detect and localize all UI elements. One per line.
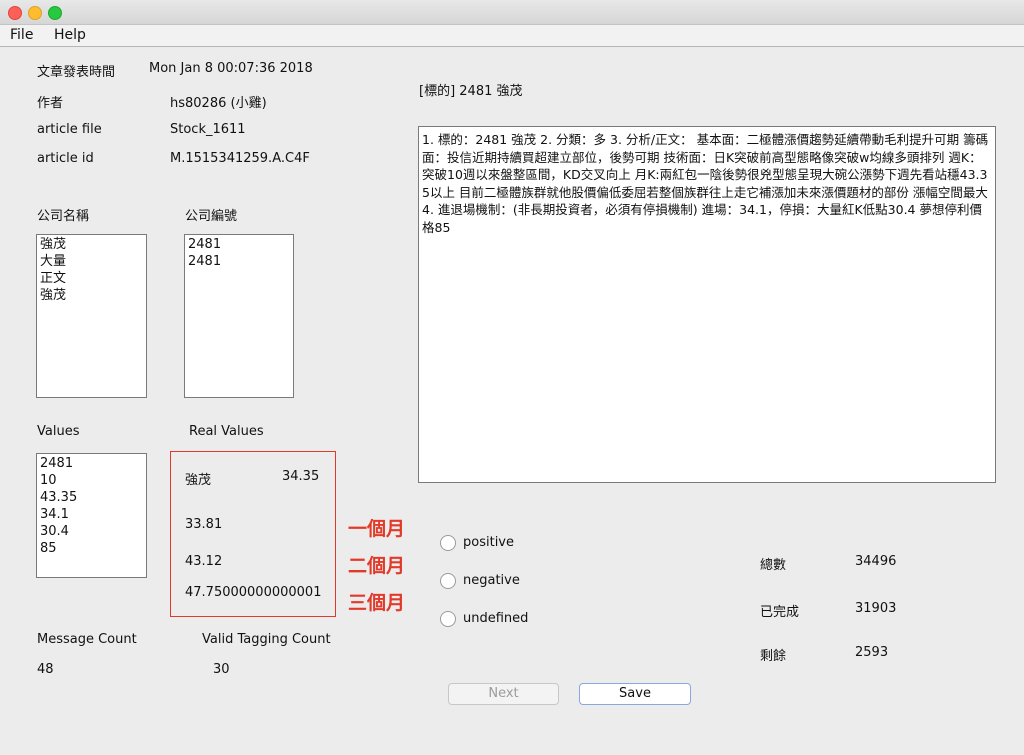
negative-radio-label[interactable]: negative: [463, 573, 520, 588]
real-values-month3: 47.75000000000001: [185, 585, 322, 600]
window-titlebar: [0, 0, 1024, 25]
list-item[interactable]: 正文: [40, 270, 143, 287]
real-values-company: 強茂: [185, 473, 212, 488]
list-item[interactable]: 34.1: [40, 506, 143, 523]
company-id-label: 公司編號: [185, 209, 238, 224]
positive-radio[interactable]: [440, 535, 456, 551]
menu-bar: File Help: [0, 25, 1024, 47]
author-label: 作者: [37, 96, 64, 111]
target-stock-label: [標的] 2481 強茂: [419, 84, 523, 99]
list-item[interactable]: 2481: [40, 455, 143, 472]
message-count-label: Message Count: [37, 632, 137, 647]
message-count-value: 48: [37, 662, 54, 677]
real-values-label: Real Values: [189, 424, 264, 439]
valid-tagging-count-value: 30: [213, 662, 230, 677]
article-id-label: article id: [37, 151, 94, 166]
list-item[interactable]: 43.35: [40, 489, 143, 506]
company-id-list[interactable]: 2481 2481: [184, 234, 294, 398]
list-item[interactable]: 30.4: [40, 523, 143, 540]
article-id-value: M.1515341259.A.C4F: [170, 151, 310, 166]
positive-radio-label[interactable]: positive: [463, 535, 514, 550]
close-window-button[interactable]: [8, 6, 22, 20]
company-name-list[interactable]: 強茂 大量 正文 強茂: [36, 234, 147, 398]
total-value: 34496: [855, 554, 897, 569]
valid-tagging-count-label: Valid Tagging Count: [202, 632, 331, 647]
list-item[interactable]: 強茂: [40, 287, 143, 304]
real-values-month2: 43.12: [185, 554, 223, 569]
undefined-radio[interactable]: [440, 611, 456, 627]
annotation-two-months: 二個月: [348, 555, 406, 577]
article-text: 1. 標的：2481 強茂 2. 分類：多 3. 分析/正文： 基本面：二極體漲…: [422, 132, 989, 235]
menu-file[interactable]: File: [10, 27, 33, 43]
list-item[interactable]: 85: [40, 540, 143, 557]
article-file-label: article file: [37, 122, 102, 137]
negative-radio[interactable]: [440, 573, 456, 589]
remaining-label: 剩餘: [760, 649, 787, 664]
total-label: 總數: [760, 558, 787, 573]
real-values-base-price: 34.35: [282, 469, 320, 484]
list-item[interactable]: 2481: [188, 236, 290, 253]
real-values-month1: 33.81: [185, 517, 223, 532]
annotation-one-month: 一個月: [348, 518, 406, 540]
list-item[interactable]: 強茂: [40, 236, 143, 253]
values-label: Values: [37, 424, 80, 439]
list-item[interactable]: 2481: [188, 253, 290, 270]
list-item[interactable]: 10: [40, 472, 143, 489]
minimize-window-button[interactable]: [28, 6, 42, 20]
values-list[interactable]: 2481 10 43.35 34.1 30.4 85: [36, 453, 147, 578]
article-text-area[interactable]: 1. 標的：2481 強茂 2. 分類：多 3. 分析/正文： 基本面：二極體漲…: [418, 126, 996, 483]
author-value: hs80286 (小雞): [170, 96, 267, 111]
article-file-value: Stock_1611: [170, 122, 246, 137]
list-item[interactable]: 大量: [40, 253, 143, 270]
publish-time-label: 文章發表時間: [37, 65, 116, 80]
undefined-radio-label[interactable]: undefined: [463, 611, 528, 626]
completed-label: 已完成: [760, 605, 800, 620]
publish-time-value: Mon Jan 8 00:07:36 2018: [149, 61, 313, 76]
annotation-three-months: 三個月: [348, 592, 406, 614]
remaining-value: 2593: [855, 645, 889, 660]
menu-help[interactable]: Help: [54, 27, 86, 43]
save-button[interactable]: Save: [579, 683, 691, 705]
zoom-window-button[interactable]: [48, 6, 62, 20]
company-name-label: 公司名稱: [37, 209, 90, 224]
next-button[interactable]: Next: [448, 683, 559, 705]
completed-value: 31903: [855, 601, 897, 616]
